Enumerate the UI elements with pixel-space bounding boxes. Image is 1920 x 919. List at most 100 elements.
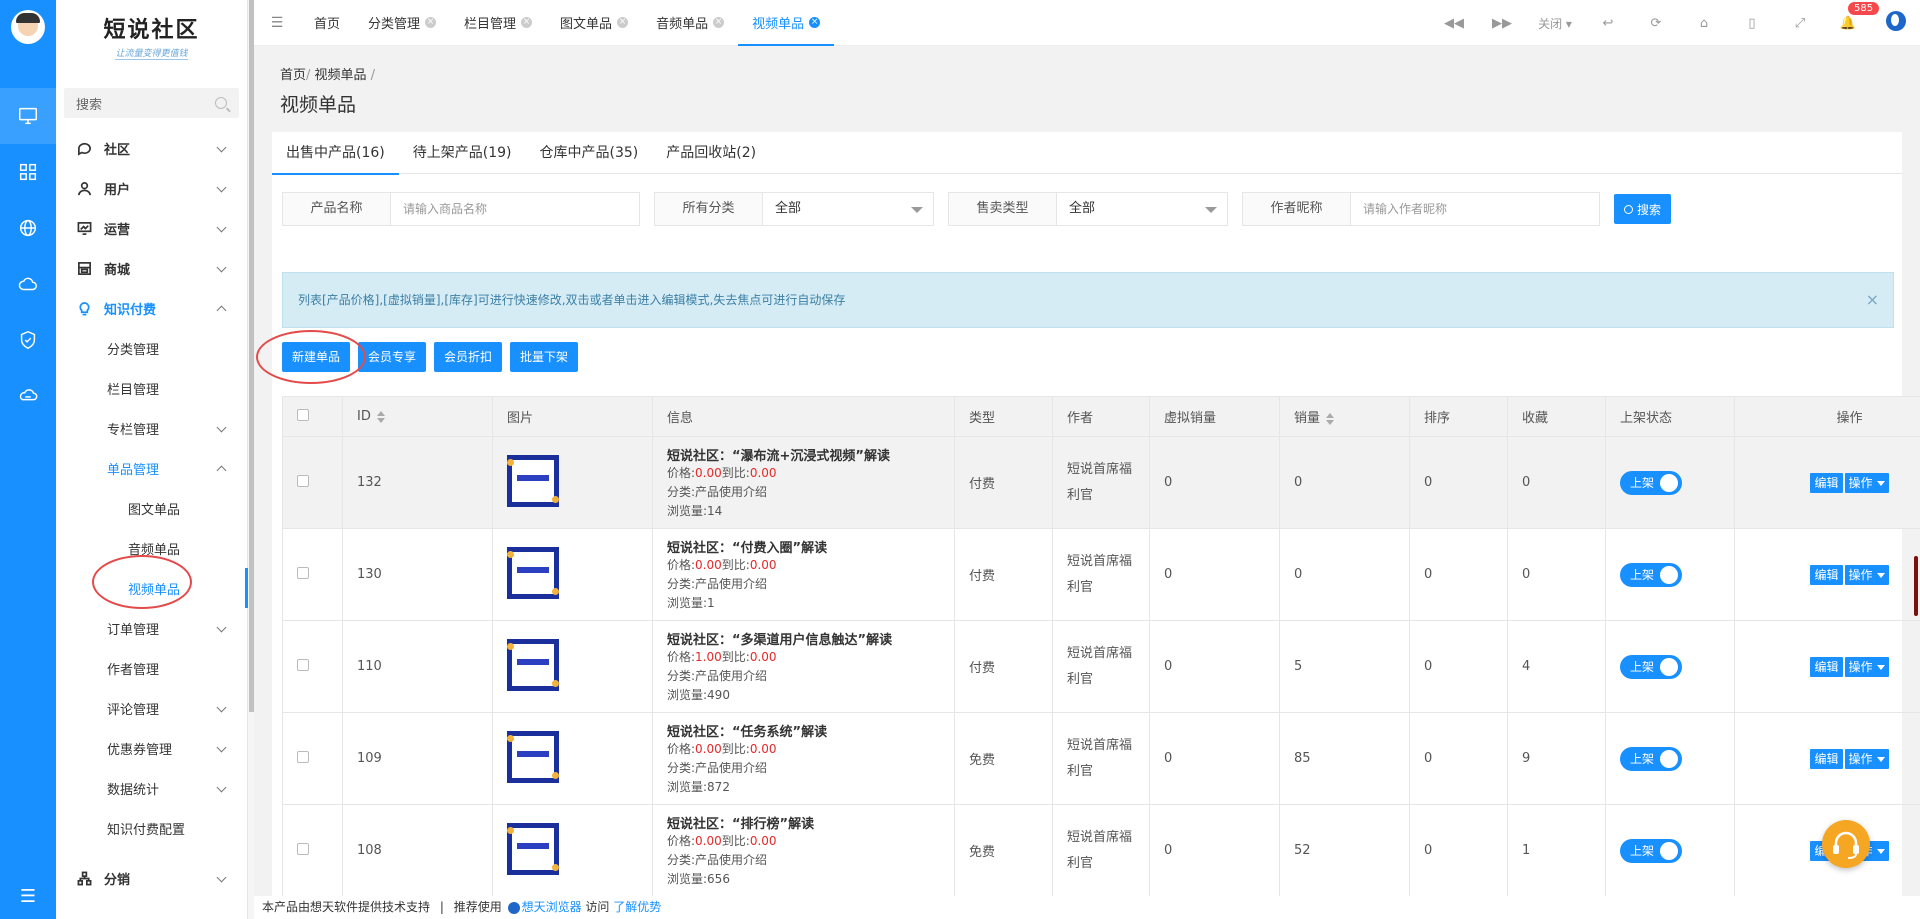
edit-button[interactable]: 编辑 — [1810, 472, 1843, 493]
sidebar-item-category-mgmt[interactable]: 分类管理 — [56, 328, 247, 368]
tab-home[interactable]: 首页 — [300, 0, 354, 46]
row-virtual-sales[interactable]: 0 — [1149, 528, 1280, 621]
row-sort[interactable]: 0 — [1409, 436, 1508, 529]
product-title[interactable]: 短说社区：“瀑布流+沉浸式视频”解读 — [667, 445, 954, 464]
listing-toggle[interactable]: 上架 — [1620, 838, 1682, 863]
sidebar-item-comment-mgmt[interactable]: 评论管理 — [56, 688, 247, 728]
product-thumbnail[interactable] — [507, 638, 559, 691]
product-name-input[interactable]: 请输入商品名称 — [391, 193, 499, 225]
member-exclusive-button[interactable]: 会员专享 — [358, 342, 427, 372]
browser-link[interactable]: 想天浏览器 — [522, 900, 582, 914]
close-icon[interactable]: × — [1866, 273, 1879, 327]
listing-toggle[interactable]: 上架 — [1620, 562, 1682, 587]
row-virtual-sales[interactable]: 0 — [1149, 712, 1280, 805]
clear-cache-icon[interactable]: ⌂ — [1680, 16, 1728, 31]
refresh-icon[interactable]: ⟳ — [1632, 16, 1680, 31]
sidebar-item-article-single[interactable]: 图文单品 — [56, 488, 247, 528]
sidebar-item-column-mgmt[interactable]: 栏目管理 — [56, 368, 247, 408]
product-thumbnail[interactable] — [507, 454, 559, 507]
avatar[interactable] — [1886, 11, 1906, 31]
edit-button[interactable]: 编辑 — [1810, 656, 1843, 677]
scroll-left-icon[interactable]: ◀◀ — [1430, 16, 1478, 31]
tab-column-mgmt[interactable]: 栏目管理 × — [450, 0, 546, 46]
sidebar-item-stats[interactable]: 数据统计 — [56, 768, 247, 808]
edit-button[interactable]: 编辑 — [1810, 564, 1843, 585]
learn-more-link[interactable]: 了解优势 — [613, 900, 661, 914]
row-checkbox[interactable] — [297, 474, 309, 487]
mobile-preview-icon[interactable]: ▯ — [1728, 16, 1776, 31]
row-sort[interactable]: 0 — [1409, 620, 1508, 713]
globe-icon[interactable] — [0, 200, 56, 256]
back-icon[interactable]: ↩ — [1584, 16, 1632, 31]
tab-category-mgmt[interactable]: 分类管理 × — [354, 0, 450, 46]
product-thumbnail[interactable] — [507, 822, 559, 875]
monitor-icon[interactable] — [0, 88, 56, 144]
close-tab-icon[interactable]: × — [425, 17, 437, 28]
tab-recycle-bin[interactable]: 产品回收站(2) — [652, 132, 770, 174]
product-price[interactable]: 0.00 — [695, 558, 722, 572]
row-virtual-sales[interactable]: 0 — [1149, 620, 1280, 713]
tab-video-single[interactable]: 视频单品 × — [738, 0, 835, 46]
close-tab-icon[interactable]: × — [713, 17, 725, 28]
edit-button[interactable]: 编辑 — [1810, 748, 1843, 769]
tab-pending[interactable]: 待上架产品(19) — [399, 132, 526, 174]
user-avatar[interactable] — [1872, 11, 1920, 35]
page-scrollbar-thumb[interactable] — [1914, 556, 1918, 616]
row-checkbox[interactable] — [297, 842, 309, 855]
fullscreen-icon[interactable]: ⤢ — [1776, 16, 1824, 31]
sidebar-item-coupon-mgmt[interactable]: 优惠券管理 — [56, 728, 247, 768]
close-tabs-dropdown[interactable]: 关闭 ▾ — [1526, 15, 1584, 32]
row-virtual-sales[interactable]: 0 — [1149, 804, 1280, 897]
cloud-icon[interactable] — [0, 256, 56, 312]
operation-dropdown[interactable]: 操作 — [1844, 472, 1889, 493]
breadcrumb-home[interactable]: 首页 — [280, 68, 306, 83]
cloud-server-icon[interactable] — [0, 368, 56, 424]
sidebar-item-knowledge[interactable]: 知识付费 — [56, 288, 247, 328]
close-tab-icon[interactable]: × — [809, 17, 821, 28]
row-checkbox[interactable] — [297, 750, 309, 763]
sidebar-item-knowledge-config[interactable]: 知识付费配置 — [56, 808, 247, 848]
listing-toggle[interactable]: 上架 — [1620, 746, 1682, 771]
sidebar-item-users[interactable]: 用户 — [56, 168, 247, 208]
apps-grid-icon[interactable] — [0, 144, 56, 200]
shield-icon[interactable] — [0, 312, 56, 368]
bell-icon[interactable]: 🔔 585 — [1824, 1, 1880, 31]
sidebar-search-input[interactable]: 搜索 — [76, 94, 102, 113]
operation-dropdown[interactable]: 操作 — [1844, 564, 1889, 585]
tab-article-single[interactable]: 图文单品 × — [546, 0, 642, 46]
author-input[interactable]: 请输入作者昵称 — [1351, 193, 1459, 225]
tab-audio-single[interactable]: 音频单品 × — [642, 0, 738, 46]
batch-unlist-button[interactable]: 批量下架 — [510, 342, 579, 372]
row-virtual-sales[interactable]: 0 — [1149, 436, 1280, 529]
sidebar-item-operations[interactable]: 运营 — [56, 208, 247, 248]
close-tab-icon[interactable]: × — [521, 17, 533, 28]
select-all-checkbox[interactable] — [297, 408, 309, 421]
category-select[interactable]: 全部 — [763, 193, 933, 225]
page-scrollbar[interactable] — [1912, 46, 1920, 896]
member-discount-button[interactable]: 会员折扣 — [434, 342, 503, 372]
sidebar-item-distribution[interactable]: 分销 — [56, 858, 247, 898]
product-price[interactable]: 0.00 — [695, 466, 722, 480]
sidebar-item-community[interactable]: 社区 — [56, 128, 247, 168]
sidebar-item-author-mgmt[interactable]: 作者管理 — [56, 648, 247, 688]
product-price[interactable]: 0.00 — [695, 742, 722, 756]
tab-on-sale[interactable]: 出售中产品(16) — [272, 132, 399, 175]
sale-type-select[interactable]: 全部 — [1057, 193, 1227, 225]
row-sort[interactable]: 0 — [1409, 528, 1508, 621]
avatar[interactable] — [11, 10, 45, 44]
sidebar-item-mall[interactable]: 商城 — [56, 248, 247, 288]
row-sort[interactable]: 0 — [1409, 804, 1508, 897]
row-sort[interactable]: 0 — [1409, 712, 1508, 805]
row-checkbox[interactable] — [297, 566, 309, 579]
product-title[interactable]: 短说社区：“排行榜”解读 — [667, 813, 954, 832]
product-thumbnail[interactable] — [507, 546, 559, 599]
product-price[interactable]: 0.00 — [695, 834, 722, 848]
sort-icon[interactable] — [1326, 412, 1335, 425]
operation-dropdown[interactable]: 操作 — [1844, 748, 1889, 769]
listing-toggle[interactable]: 上架 — [1620, 654, 1682, 679]
sidebar-scrollbar[interactable] — [248, 0, 254, 919]
sort-icon[interactable] — [376, 410, 385, 423]
row-checkbox[interactable] — [297, 658, 309, 671]
sidebar-scrollbar-thumb[interactable] — [249, 0, 254, 712]
sidebar-search[interactable]: 搜索 — [64, 88, 239, 118]
